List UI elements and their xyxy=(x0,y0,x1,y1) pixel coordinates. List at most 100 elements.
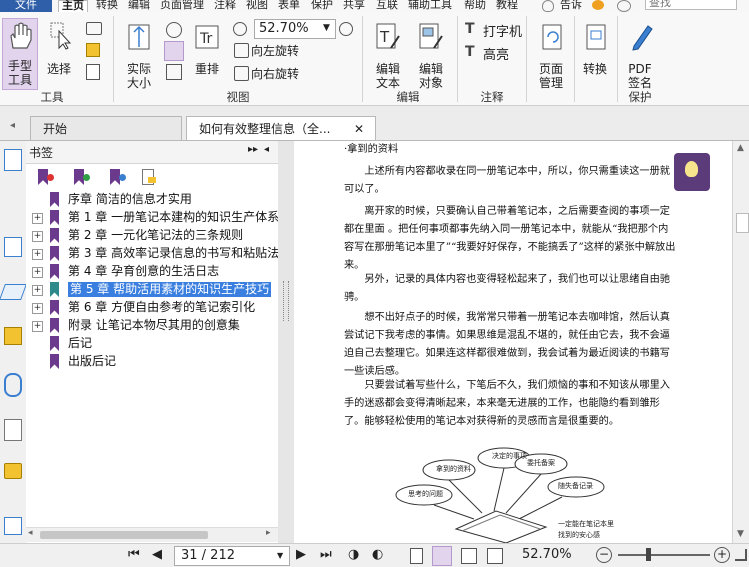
bookmarks-hscrollbar[interactable]: ◂ ▸ xyxy=(26,527,278,542)
expand-icon[interactable]: + xyxy=(32,321,43,332)
panel-splitter[interactable] xyxy=(278,141,295,543)
scroll-right-icon[interactable]: ▸ xyxy=(266,528,271,538)
menu-help[interactable]: 帮助 xyxy=(464,0,486,10)
zoom-select[interactable]: 52.70% ▼ xyxy=(254,19,336,39)
clipboard-icon[interactable] xyxy=(86,43,100,57)
menu-form[interactable]: 表单 xyxy=(278,0,300,10)
pdf-sign-button[interactable]: PDF 签名 xyxy=(622,18,658,90)
first-page-icon[interactable]: ⏮ xyxy=(128,547,140,562)
edit-text-button[interactable]: T 编辑 文本 xyxy=(370,18,406,90)
convert-button[interactable]: 转换 xyxy=(578,18,612,88)
lock-icon[interactable] xyxy=(4,463,22,479)
page-thumbnails-icon[interactable] xyxy=(4,237,22,257)
document-view[interactable]: ·拿到的资料 上述所有内容都收录在同一册笔记本中，所以，你只需重读这一册就可以了… xyxy=(294,141,732,543)
close-icon[interactable]: ✕ xyxy=(354,117,364,141)
layers-icon[interactable] xyxy=(0,284,27,300)
zoom-in-icon[interactable]: + xyxy=(714,547,730,563)
snapshot-icon[interactable] xyxy=(86,22,102,35)
bookmark-label: 附录 让笔记本物尽其用的创意集 xyxy=(68,318,240,332)
highlight-button[interactable]: 高亮 xyxy=(483,44,509,63)
group-label-tools: 工具 xyxy=(40,90,64,104)
bookmark-icon xyxy=(50,264,59,279)
menu-protect[interactable]: 保护 xyxy=(311,0,333,10)
facing-pages-icon[interactable] xyxy=(461,548,477,564)
single-page-icon[interactable] xyxy=(410,548,423,564)
notification-icon[interactable] xyxy=(592,0,604,10)
bookmark-panel-icon[interactable] xyxy=(4,149,22,171)
menu-view[interactable]: 视图 xyxy=(246,0,268,10)
previous-view-icon[interactable]: ◑ xyxy=(348,547,359,562)
expand-icon[interactable]: + xyxy=(32,231,43,242)
search-input[interactable] xyxy=(645,0,737,10)
signature-panel-icon[interactable] xyxy=(4,419,22,441)
scroll-thumb[interactable] xyxy=(736,213,749,233)
expand-icon[interactable]: + xyxy=(32,267,43,278)
rotate-left-icon[interactable] xyxy=(234,43,249,58)
rotate-right-button[interactable]: 向右旋转 xyxy=(251,65,299,82)
reflow-button[interactable]: Tr 重排 xyxy=(190,18,224,88)
fit-page-icon[interactable] xyxy=(166,22,182,38)
document-tab-bar: ◂ 开始 如何有效整理信息（全... ✕ xyxy=(0,106,749,141)
edit-object-button[interactable]: 编辑 对象 xyxy=(411,18,451,90)
scroll-left-icon[interactable]: ◂ xyxy=(28,528,33,538)
menu-convert[interactable]: 转换 xyxy=(96,0,118,10)
paste-icon[interactable] xyxy=(86,64,100,80)
next-view-icon[interactable]: ◐ xyxy=(372,547,383,562)
tip-badge[interactable] xyxy=(674,153,710,191)
tell-me-label[interactable]: 告诉 xyxy=(560,0,582,10)
menu-accessibility[interactable]: 辅助工具 xyxy=(408,0,452,10)
document-vscrollbar[interactable]: ▲ ▼ xyxy=(732,141,749,543)
last-page-icon[interactable]: ⏭ xyxy=(320,547,332,562)
menu-home[interactable]: 主页 xyxy=(58,0,88,12)
chevron-left-icon[interactable]: ◂ xyxy=(10,120,15,131)
account-icon[interactable] xyxy=(617,0,631,12)
zoom-out-icon[interactable] xyxy=(233,22,247,36)
tab-document[interactable]: 如何有效整理信息（全... ✕ xyxy=(186,116,376,140)
menu-page-manage[interactable]: 页面管理 xyxy=(160,0,204,10)
zoom-out-icon[interactable]: − xyxy=(596,547,612,563)
typewriter-button[interactable]: 打字机 xyxy=(483,21,522,40)
edit-object-icon xyxy=(419,23,443,49)
fit-width-icon[interactable] xyxy=(164,41,184,61)
attachment-icon[interactable] xyxy=(4,373,22,397)
actual-size-icon xyxy=(128,24,150,50)
rotate-right-icon[interactable] xyxy=(234,66,249,81)
scroll-thumb[interactable] xyxy=(40,531,208,539)
expand-icon[interactable]: + xyxy=(32,249,43,260)
select-button[interactable]: 选择 xyxy=(42,18,76,88)
next-page-icon[interactable]: ▶ xyxy=(296,547,306,562)
ribbon: 手型 工具 选择 实际 大小 Tr 重排 52.70% ▼ 向左旋转 向右旋转 … xyxy=(0,12,749,106)
rotate-left-button[interactable]: 向左旋转 xyxy=(251,42,299,59)
continuous-page-icon[interactable] xyxy=(432,546,452,566)
expand-icon[interactable]: + xyxy=(32,303,43,314)
menu-share[interactable]: 共享 xyxy=(343,0,365,10)
comments-icon[interactable] xyxy=(4,327,22,345)
doc-paragraph: 只要尝试着写些什么，下笔后不久，我们烦恼的事和不知该从哪里入手的迷惑都会变得清晰… xyxy=(344,380,670,427)
menu-connect[interactable]: 互联 xyxy=(376,0,398,10)
actual-size-button[interactable]: 实际 大小 xyxy=(120,18,158,90)
page-manage-button[interactable]: 页面 管理 xyxy=(532,18,570,90)
menu-tutorial[interactable]: 教程 xyxy=(496,0,518,10)
splitter-grip[interactable] xyxy=(283,281,289,321)
continuous-facing-icon[interactable] xyxy=(487,548,503,564)
expand-icon[interactable]: + xyxy=(32,285,43,296)
expand-panel-icon[interactable]: ▸▸ xyxy=(248,144,258,155)
previous-page-icon[interactable]: ◀ xyxy=(152,547,162,562)
zoom-in-icon[interactable] xyxy=(339,22,353,36)
zoom-slider-track[interactable] xyxy=(618,554,710,556)
fit-visible-icon[interactable] xyxy=(166,64,182,80)
collapse-panel-icon[interactable]: ◂ xyxy=(264,144,269,155)
hand-tool-button[interactable]: 手型 工具 xyxy=(2,18,38,90)
tab-start[interactable]: 开始 xyxy=(30,116,182,140)
scroll-down-icon[interactable]: ▼ xyxy=(737,529,744,539)
fullscreen-icon[interactable] xyxy=(735,549,747,561)
bookmark-tree: 序章 简洁的信息才实用 + 第 1 章 一册笔记本建构的知识生产体系 + 第 2… xyxy=(26,191,279,527)
zoom-slider-thumb[interactable] xyxy=(646,548,651,561)
expand-icon[interactable]: + xyxy=(32,213,43,224)
destinations-icon[interactable] xyxy=(4,517,22,535)
scroll-up-icon[interactable]: ▲ xyxy=(737,143,744,153)
menu-comment[interactable]: 注释 xyxy=(214,0,236,10)
page-number-input[interactable]: 31 / 212 ▼ xyxy=(174,546,290,566)
menu-edit[interactable]: 编辑 xyxy=(128,0,150,10)
file-menu[interactable]: 文件 xyxy=(0,0,52,12)
